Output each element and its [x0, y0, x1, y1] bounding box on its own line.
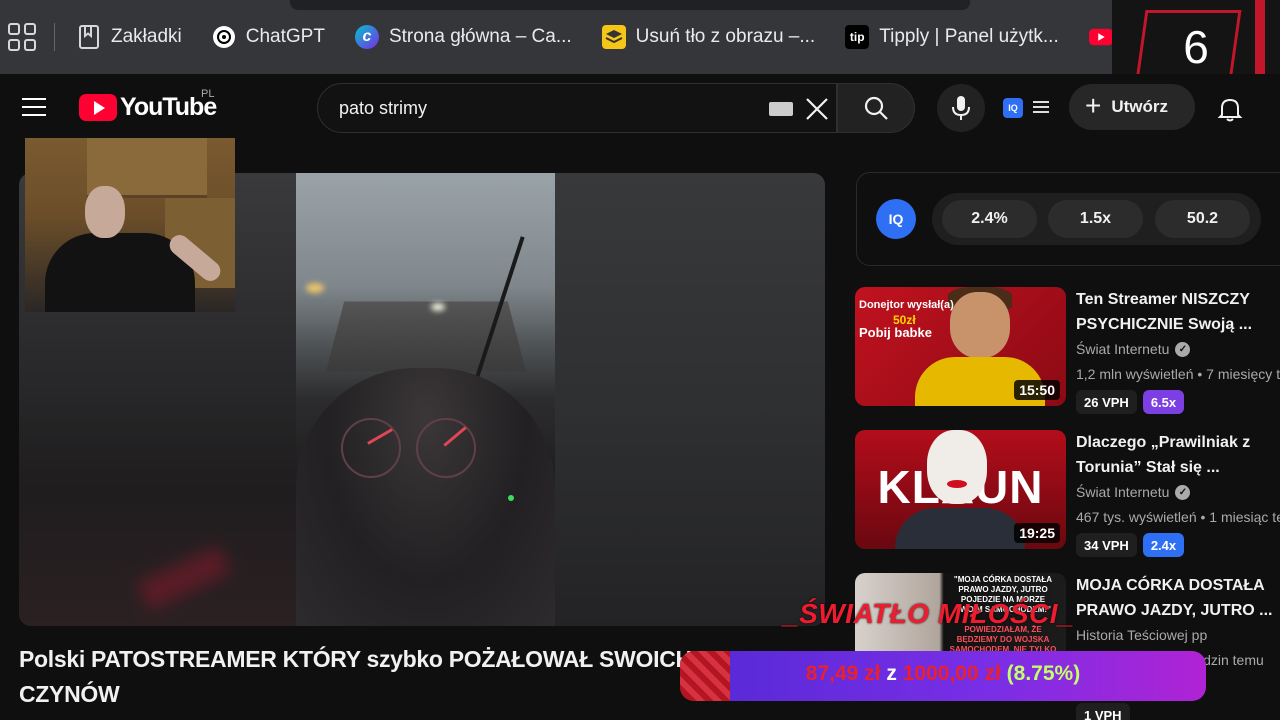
streamer-webcam: [25, 138, 235, 312]
ratio-badge: 6.5x: [1142, 390, 1185, 414]
vidiq-stat-engagement: 2.4%: [942, 200, 1037, 238]
voice-search-button[interactable]: [937, 84, 985, 132]
tipply-icon: tip: [845, 25, 870, 49]
apps-grid-icon[interactable]: [8, 23, 36, 51]
create-label: Utwórz: [1111, 97, 1169, 116]
vph-badge: 1 VPH: [1076, 703, 1130, 720]
thumbnail-caption: Donejtor wysłał(a): [859, 299, 954, 311]
bookmarks-bar: Zakładki ChatGPT c Strona główna – Ca...…: [0, 0, 1280, 74]
bookmark-zakladki[interactable]: Zakładki: [77, 25, 182, 49]
video-title[interactable]: MOJA CÓRKA DOSTAŁA PRAWO JAZDY, JUTRO ..…: [1076, 573, 1280, 623]
vidiq-menu-icon[interactable]: [1033, 101, 1049, 113]
video-duration: 15:50: [1014, 380, 1060, 400]
search-box[interactable]: pato strimy: [317, 83, 837, 133]
video-blur-right: [555, 173, 825, 626]
video-title: Polski PATOSTREAMER KTÓRY szybko POŻAŁOW…: [19, 646, 692, 707]
thumbnail-caption: Pobij babke: [859, 325, 932, 340]
stream-counter-value: 6: [1183, 21, 1209, 73]
channel-name[interactable]: Historia Teściowej pp: [1076, 627, 1207, 643]
verified-icon: ✓: [1175, 484, 1191, 500]
bookmark-canva[interactable]: c Strona główna – Ca...: [354, 25, 572, 49]
keyboard-icon[interactable]: [769, 102, 793, 116]
channel-name[interactable]: Świat Internetu ✓: [1076, 484, 1191, 500]
youtube-icon: [1088, 25, 1113, 49]
bookmark-chatgpt[interactable]: ChatGPT: [212, 25, 325, 49]
vidiq-stat-score: 50.2: [1155, 200, 1250, 238]
search-input[interactable]: pato strimy: [339, 98, 427, 119]
donation-separator: z: [886, 662, 897, 685]
bookmark-label: Tipply | Panel użytk...: [879, 26, 1059, 47]
search-icon: [864, 96, 888, 120]
donation-percent: (8.75%): [1006, 662, 1081, 685]
screen: Zakładki ChatGPT c Strona główna – Ca...…: [0, 0, 1280, 720]
vph-badge: 34 VPH: [1076, 533, 1137, 557]
donation-current: 87,49 zł: [805, 662, 881, 685]
search-button[interactable]: [837, 83, 915, 133]
bookmark-icon: [77, 25, 101, 49]
vidiq-badges: 34 VPH 2.4x: [1076, 533, 1185, 557]
video-title[interactable]: Ten Streamer NISZCZY PSYCHICZNIE Swoją .…: [1076, 287, 1280, 337]
video-thumbnail[interactable]: KLAUN 19:25: [855, 430, 1066, 549]
recommended-video[interactable]: KLAUN 19:25 Dlaczego „Prawilniak z Torun…: [855, 430, 1280, 560]
vidiq-logo[interactable]: IQ: [876, 199, 916, 239]
vidiq-stat-ratio: 1.5x: [1048, 200, 1143, 238]
canva-icon: c: [354, 25, 379, 49]
tab-strip-edge: [290, 0, 970, 10]
bookmark-label: ChatGPT: [245, 26, 325, 47]
video-duration: 19:25: [1014, 523, 1060, 543]
bookmark-tipply[interactable]: tip Tipply | Panel użytk...: [845, 25, 1059, 49]
verified-icon: ✓: [1175, 341, 1191, 357]
youtube-header: YouTube PL pato strimy IQ + Utwórz: [0, 74, 1280, 140]
notifications-bell-icon[interactable]: [1216, 96, 1244, 122]
donation-goal-text: 87,49 zł z 1000,00 zł (8.75%): [680, 662, 1206, 686]
ratio-badge: 2.4x: [1142, 533, 1185, 557]
video-meta: 467 tys. wyświetleń • 1 miesiąc temu: [1076, 509, 1280, 525]
microphone-icon: [952, 96, 970, 120]
youtube-play-icon: [79, 94, 117, 121]
vph-badge: 26 VPH: [1076, 390, 1137, 414]
bookmark-label: Strona główna – Ca...: [388, 26, 572, 47]
donation-goal-title: _ŚWIATŁO MIŁOŚCI_: [783, 598, 1075, 629]
video-title[interactable]: Dlaczego „Prawilniak z Torunia” Stał się…: [1076, 430, 1280, 480]
video-thumbnail[interactable]: Donejtor wysłał(a) 50zł Pobij babke 15:5…: [855, 287, 1066, 406]
remove-bg-icon: [601, 25, 626, 49]
bookmarks-separator: [54, 23, 55, 51]
bookmark-remove-bg[interactable]: Usuń tło z obrazu –...: [601, 25, 816, 49]
donation-goal: 1000,00 zł: [902, 662, 1001, 685]
bookmark-label: Usuń tło z obrazu –...: [635, 26, 816, 47]
vidiq-badges: 26 VPH 6.5x: [1076, 390, 1185, 414]
country-code: PL: [201, 88, 215, 100]
chatgpt-icon: [212, 25, 236, 49]
vidiq-badges: 1 VPH: [1076, 703, 1130, 720]
clear-search-icon[interactable]: [803, 95, 831, 123]
youtube-logo[interactable]: YouTube: [79, 93, 217, 122]
hamburger-menu-icon[interactable]: [22, 98, 46, 116]
video-frame: [296, 173, 555, 626]
vidiq-icon[interactable]: IQ: [1003, 98, 1023, 118]
recommended-video[interactable]: Donejtor wysłał(a) 50zł Pobij babke 15:5…: [855, 287, 1280, 417]
plus-icon: +: [1085, 89, 1102, 121]
create-button[interactable]: + Utwórz: [1069, 84, 1195, 130]
channel-name[interactable]: Świat Internetu ✓: [1076, 341, 1191, 357]
video-meta: 1,2 mln wyświetleń • 7 miesięcy temu: [1076, 366, 1280, 382]
bookmark-label: Zakładki: [111, 26, 182, 47]
